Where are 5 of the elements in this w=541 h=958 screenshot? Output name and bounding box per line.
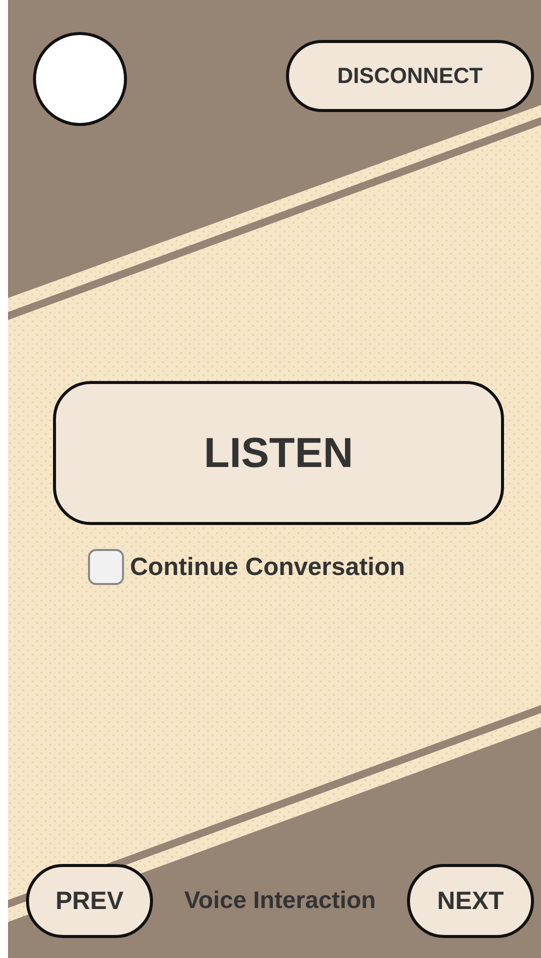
checkbox[interactable] [88, 549, 124, 585]
footer-title: Voice Interaction [184, 887, 376, 915]
listen-button[interactable]: LISTEN [53, 381, 504, 525]
disconnect-button[interactable]: DISCONNECT [286, 40, 534, 112]
checkbox-label: Continue Conversation [130, 552, 406, 582]
